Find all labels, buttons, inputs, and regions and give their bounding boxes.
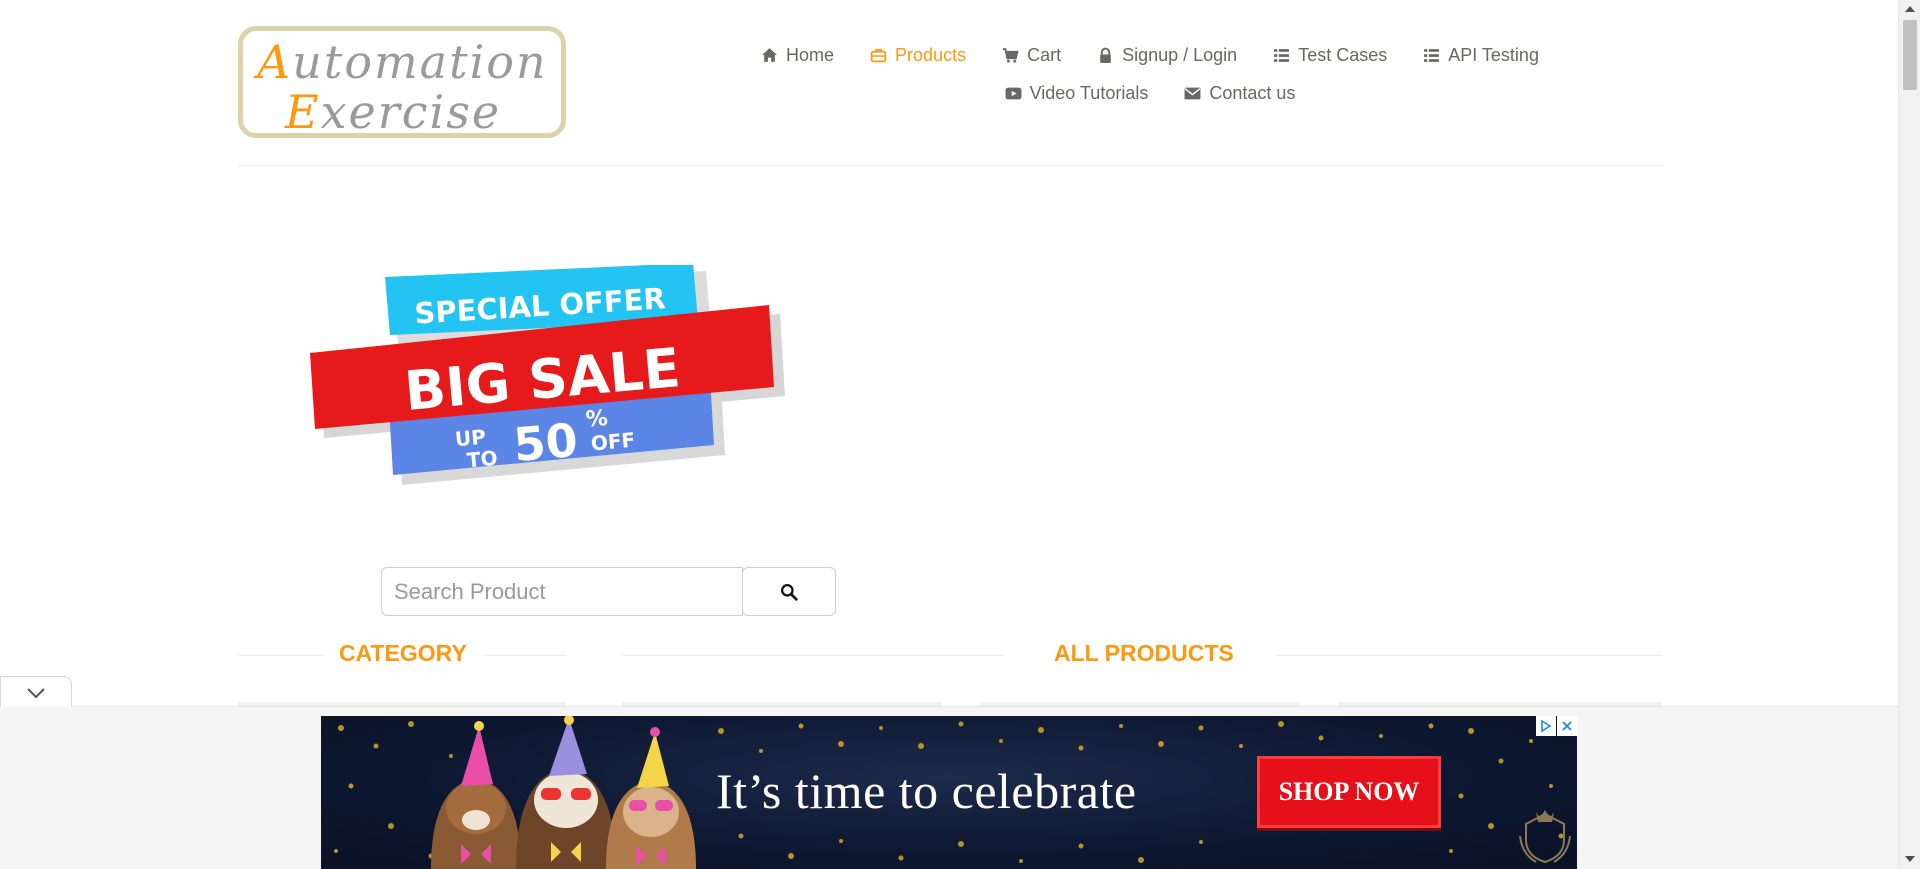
ad-collapse-toggle[interactable]: [0, 676, 72, 708]
nav-products[interactable]: Products: [852, 45, 984, 66]
ad-banner[interactable]: It’s time to celebrate SHOP NOW: [321, 716, 1577, 869]
logo-line-1: Automation: [257, 35, 548, 89]
chevron-down-icon: [27, 687, 45, 698]
nav-home-label: Home: [786, 44, 835, 65]
nav-test-cases-label: Test Cases: [1298, 44, 1388, 65]
nav-products-label: Products: [895, 44, 967, 65]
ad-headline: It’s time to celebrate: [716, 763, 1137, 819]
adchoices-icon: [1541, 719, 1552, 733]
site-logo[interactable]: Automation Exercise: [238, 26, 566, 138]
category-heading: CATEGORY: [323, 640, 483, 667]
briefcase-icon: [870, 48, 887, 62]
sale-banner: SPECIAL OFFER BIG SALE UP TO 50 % OFF: [310, 265, 785, 485]
header-divider: [238, 165, 1662, 166]
logo-line-2: Exercise: [285, 85, 502, 139]
scrollbar-thumb[interactable]: [1903, 20, 1917, 90]
product-search: [381, 567, 836, 616]
nav-test-cases[interactable]: Test Cases: [1255, 45, 1405, 66]
sale-percent: 50: [511, 413, 579, 472]
page-scrollbar[interactable]: [1898, 0, 1920, 869]
sale-off: OFF: [590, 428, 636, 456]
nav-cart[interactable]: Cart: [984, 45, 1079, 66]
search-input[interactable]: [381, 567, 743, 616]
ad-close-button[interactable]: [1557, 716, 1577, 736]
search-icon: [781, 583, 798, 601]
search-button[interactable]: [742, 567, 836, 616]
close-icon: [1562, 721, 1572, 731]
products-title-rule-left: [622, 655, 1004, 656]
nav-contact-us-label: Contact us: [1209, 82, 1296, 103]
main-nav: Home Products Cart Signup / Login Test C…: [740, 36, 1560, 112]
lock-icon: [1100, 47, 1111, 63]
nav-api-testing-label: API Testing: [1448, 44, 1539, 65]
youtube-icon: [1005, 87, 1022, 99]
products-title-rule-right: [1276, 655, 1662, 656]
crest-logo: [1519, 810, 1571, 864]
nav-video-tutorials-label: Video Tutorials: [1029, 82, 1149, 103]
nav-video-tutorials[interactable]: Video Tutorials: [987, 83, 1167, 104]
nav-signup-login[interactable]: Signup / Login: [1079, 45, 1255, 66]
list-icon: [1424, 48, 1440, 62]
nav-contact-us[interactable]: Contact us: [1166, 83, 1313, 104]
home-icon: [762, 47, 777, 62]
cart-icon: [1003, 47, 1019, 63]
shop-now-button[interactable]: SHOP NOW: [1257, 756, 1441, 828]
nav-api-testing[interactable]: API Testing: [1405, 45, 1557, 66]
sale-to: TO: [466, 446, 499, 473]
all-products-heading: ALL PRODUCTS: [1038, 640, 1250, 667]
ad-info-button[interactable]: [1536, 716, 1556, 736]
list-icon: [1274, 48, 1290, 62]
nav-cart-label: Cart: [1027, 44, 1062, 65]
scroll-down-arrow-icon[interactable]: [1905, 856, 1915, 862]
party-dogs-image: [431, 716, 696, 869]
nav-home[interactable]: Home: [743, 45, 852, 66]
envelope-icon: [1184, 87, 1201, 99]
nav-signup-login-label: Signup / Login: [1122, 44, 1238, 65]
sale-percent-sign: %: [585, 406, 609, 433]
scroll-up-arrow-icon[interactable]: [1905, 6, 1915, 12]
